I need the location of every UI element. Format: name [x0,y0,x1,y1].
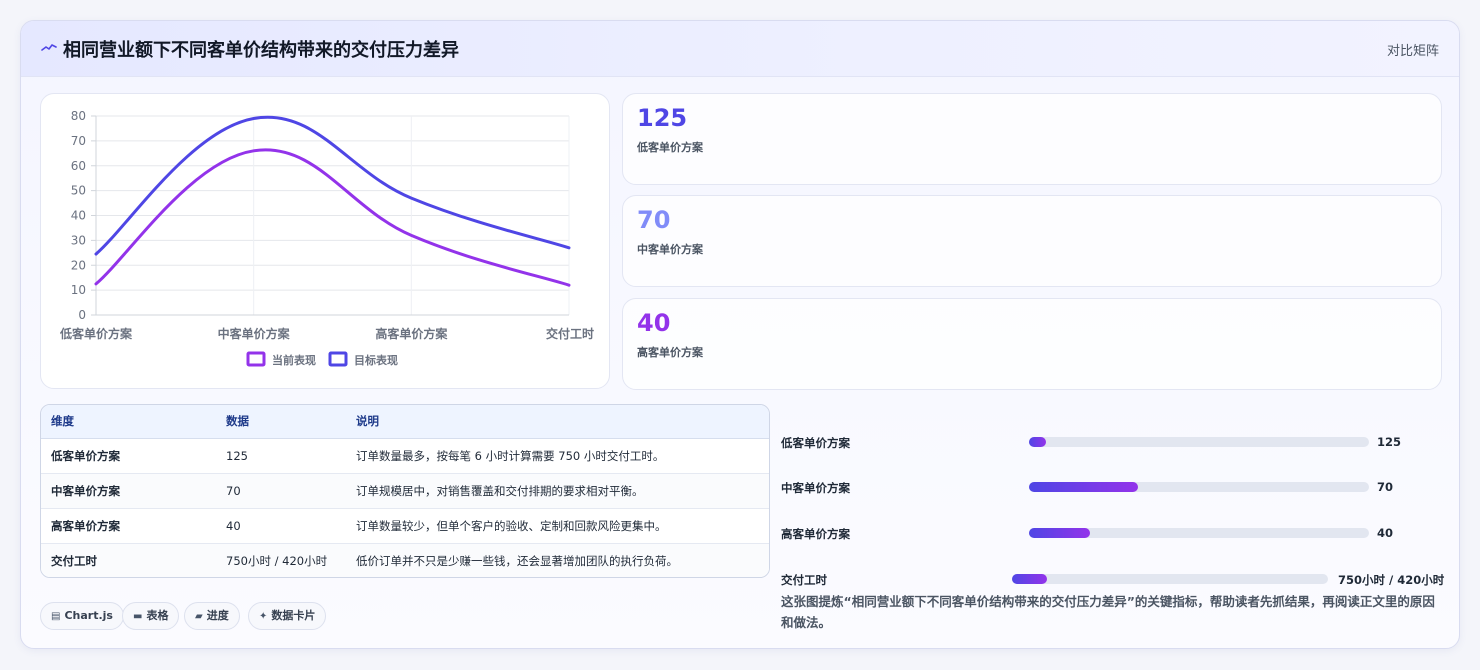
progress-label: 中客单价方案 [781,481,850,495]
stat-value: 125 [637,104,688,132]
progress-track [1029,437,1369,447]
tag-table[interactable]: ▬ 表格 [122,602,180,630]
table-cell: 订单规模居中，对销售覆盖和交付排期的要求相对平衡。 [346,473,769,509]
progress-row: 高客单价方案 40 [781,524,1459,544]
line-chart-svg: 0 10 20 30 40 50 60 70 80 低客单价方案 中客单价方案 高客单价方案 交付工时当… [59,109,594,367]
column-header: 说明 [346,405,769,439]
progress-value: 70 [1377,480,1394,494]
y-tick-label: 60 [71,159,86,173]
y-tick-label: 40 [71,209,86,223]
stat-value: 40 [637,309,671,337]
tag-label: 进度 [206,609,229,622]
table-row: 高客单价方案 40 订单数量较少，但单个客户的验收、定制和回款风险更集中。 [41,508,769,544]
wave-icon [41,39,57,57]
progress-track [1029,482,1369,492]
progress-fill [1029,482,1138,492]
x-tick-label: 低客单价方案 [59,326,133,341]
column-header: 数据 [216,405,346,439]
progress-row: 交付工时 750小时 / 420小时 [781,570,1459,590]
x-tick-label: 高客单价方案 [375,326,448,341]
progress-value: 125 [1377,435,1402,449]
y-tick-label: 70 [71,134,86,148]
progress-row: 中客单价方案 70 [781,478,1459,498]
table-cell: 125 [216,438,346,474]
table-row: 低客单价方案 125 订单数量最多，按每笔 6 小时计算需要 750 小时交付工… [41,438,769,474]
card-icon: ✦ [259,611,268,622]
table-cell: 750小时 / 420小时 [226,553,328,568]
table-cell: 中客单价方案 [41,473,216,509]
column-header: 维度 [41,405,216,439]
table-header-row: 维度 数据 说明 [41,405,769,439]
page-title: 相同营业额下不同客单价结构带来的交付压力差异 [63,40,459,61]
progress-track [1029,528,1369,538]
stat-card-high: 40 高客单价方案 [622,298,1442,390]
progress-list: 低客单价方案 125 中客单价方案 70 高客单价方案 40 交付工时 750小… [781,404,1459,594]
y-tick-label: 20 [71,258,86,272]
y-tick-label: 50 [71,184,86,198]
tag-label: 数据卡片 [271,609,316,622]
table-cell: 订单数量最多，按每笔 6 小时计算需要 750 小时交付工时。 [346,438,769,474]
progress-label: 低客单价方案 [781,436,850,450]
progress-fill [1029,437,1046,447]
table-cell: 40 [216,508,346,544]
table-row: 交付工时 750小时 / 420小时 低价订单并不只是少赚一些钱，还会显著增加团… [41,543,769,577]
stat-label: 高客单价方案 [637,346,703,359]
compare-matrix-label[interactable]: 对比矩阵 [1387,40,1439,59]
tag-label: 表格 [146,609,169,622]
progress-fill [1029,528,1091,538]
progress-fill [1012,574,1047,584]
tag-label: Chart.js [64,609,113,622]
progress-label: 高客单价方案 [781,527,850,541]
stat-card-low: 125 低客单价方案 [622,93,1442,185]
table-row: 中客单价方案 70 订单规模居中，对销售覆盖和交付排期的要求相对平衡。 [41,473,769,509]
progress-label: 交付工时 [781,573,827,587]
tag-chartjs[interactable]: ▤ Chart.js [40,602,124,630]
series-line [94,115,571,256]
data-table: 维度 数据 说明 低客单价方案 125 订单数量最多，按每笔 6 小时计算需要 … [40,404,770,578]
tag-progress[interactable]: ▰ 进度 [184,602,240,630]
stat-value: 70 [637,206,671,234]
progress-value: 750小时 / 420小时 [1338,573,1445,587]
legend-label: 目标表现 [354,353,398,367]
table-cell: 订单数量较少，但单个客户的验收、定制和回款风险更集中。 [346,508,769,544]
table-cell: 高客单价方案 [41,508,216,544]
y-tick-label: 80 [71,109,86,123]
table-cell: 70 [216,473,346,509]
x-tick-label: 交付工时 [546,326,594,341]
legend-swatch [246,351,266,367]
y-tick-label: 0 [78,308,86,322]
legend-label: 当前表现 [272,353,316,367]
line-chart: 0 10 20 30 40 50 60 70 80 低客单价方案 中客单价方案 高客单价方案 交付工时当… [40,93,610,389]
stat-label: 低客单价方案 [637,141,703,154]
x-tick-label: 中客单价方案 [218,326,291,341]
main-card: 相同营业额下不同客单价结构带来的交付压力差异 对比矩阵 0 10 20 30 40 50 6… [20,20,1460,649]
stat-label: 中客单价方案 [637,243,703,256]
progress-row: 低客单价方案 125 [781,433,1459,453]
table-cell: 交付工时 [51,553,97,568]
progress-icon: ▰ [195,611,203,622]
card-header: 相同营业额下不同客单价结构带来的交付压力差异 对比矩阵 [21,21,1459,77]
stat-card-mid: 70 中客单价方案 [622,195,1442,287]
progress-value: 40 [1377,526,1394,540]
table-icon: ▬ [133,611,143,622]
table-cell: 低客单价方案 [41,438,216,474]
tag-data-card[interactable]: ✦ 数据卡片 [248,602,327,630]
summary-note: 这张图提炼“相同营业额下不同客单价结构带来的交付压力差异”的关键指标，帮助读者先… [781,594,1435,630]
y-tick-label: 30 [71,233,86,247]
legend-swatch [328,351,348,367]
table-cell: 低价订单并不只是少赚一些钱，还会显著增加团队的执行负荷。 [356,553,678,568]
progress-track [1012,574,1328,584]
chart-icon: ▤ [51,611,61,622]
y-tick-label: 10 [71,283,86,297]
